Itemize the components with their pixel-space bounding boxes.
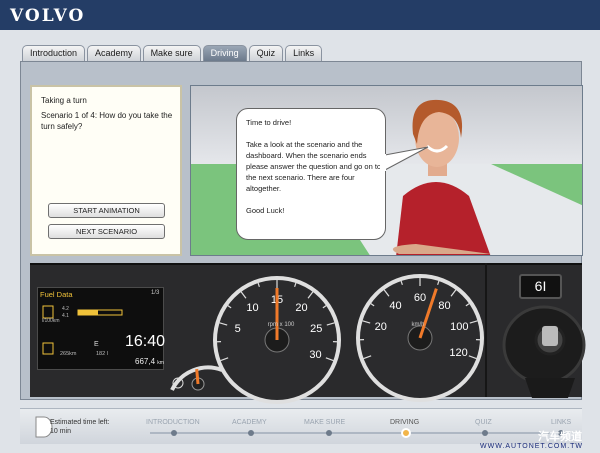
step-introduction[interactable]: INTRODUCTION	[146, 419, 200, 426]
tachometer-gauge: 51015202530 rpm x 100	[213, 276, 341, 404]
step-quiz[interactable]: QUIZ	[475, 419, 492, 426]
speedometer-tick-label: 20	[375, 321, 387, 333]
gear-indicator: 6I	[519, 274, 562, 299]
fuel-gauge	[170, 365, 223, 391]
speedometer-tick-label: 120	[449, 347, 467, 359]
speedometer-tick-label: 100	[450, 321, 468, 333]
tachometer-tick-label: 25	[310, 323, 322, 335]
step-driving[interactable]: DRIVING	[390, 419, 419, 426]
gear-knob-icon	[542, 326, 558, 346]
speedometer-tick-label: 80	[438, 300, 450, 312]
tachometer-tick-label: 10	[246, 302, 258, 314]
step-dot-driving[interactable]	[401, 428, 411, 438]
tachometer-label: rpm x 100	[268, 322, 295, 328]
step-dot-academy[interactable]	[248, 430, 254, 436]
tachometer-tick-label: 5	[235, 323, 241, 335]
time-left-value: 10 min	[50, 428, 72, 435]
time-left-label: Estimated time left:	[50, 419, 110, 426]
watermark-chinese: 汽车频道	[538, 431, 582, 443]
step-dot-quiz[interactable]	[482, 430, 488, 436]
watermark-url: WWW.AUTONET.COM.TW	[480, 443, 584, 450]
speedometer-gauge: 2040 60 80100 120 km/h	[356, 274, 484, 402]
fuel-gauge-needle	[195, 368, 200, 385]
tachometer-tick-label: 30	[309, 349, 321, 361]
speedometer-tick-label: 60	[414, 292, 426, 304]
progress-track	[150, 432, 570, 434]
step-dot-introduction[interactable]	[171, 430, 177, 436]
progress-bar	[20, 408, 582, 444]
gear-shifter	[502, 305, 586, 398]
speedometer-unit: km/h	[411, 322, 424, 328]
tachometer-tick-label: 20	[295, 302, 307, 314]
step-academy[interactable]: ACADEMY	[232, 419, 267, 426]
gauges-layer: 51015202530 rpm x 100 20406080100120 km/…	[170, 274, 586, 404]
speedometer-tick-label: 40	[389, 300, 401, 312]
step-make-sure[interactable]: MAKE SURE	[304, 419, 345, 426]
step-links[interactable]: LINKS	[551, 419, 571, 426]
step-dot-make-sure[interactable]	[326, 430, 332, 436]
